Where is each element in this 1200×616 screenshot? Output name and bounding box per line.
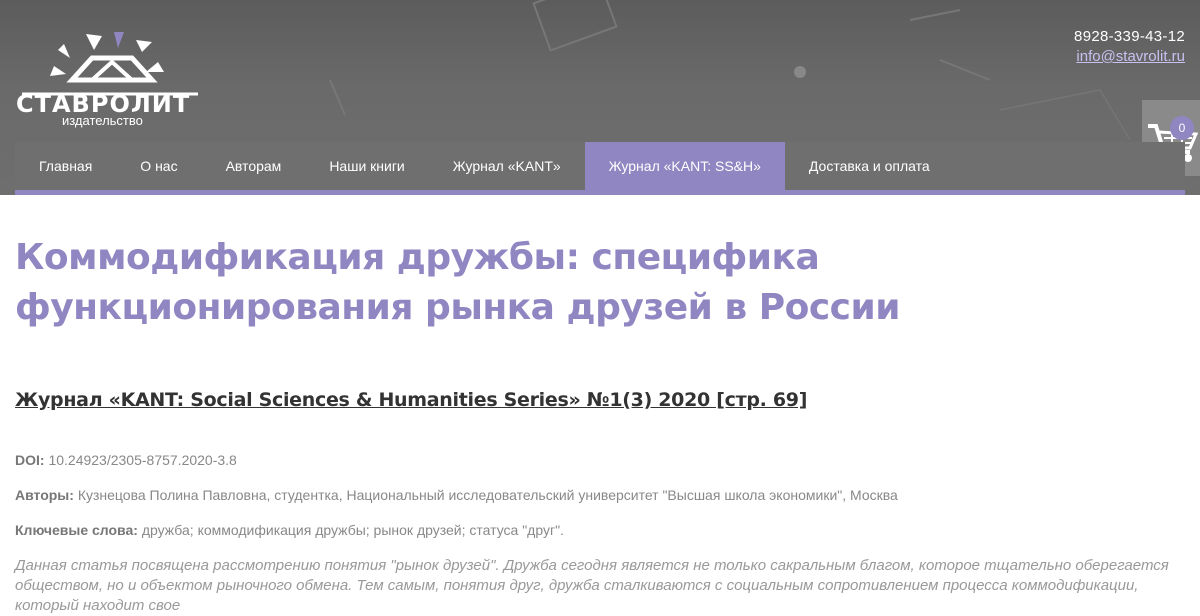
doi-label: DOI:: [15, 452, 45, 468]
journal-issue-link[interactable]: Журнал «KANT: Social Sciences & Humaniti…: [15, 389, 807, 411]
contacts: 8928-339-43-12 info@stavrolit.ru: [1074, 28, 1185, 65]
nav-item-authors[interactable]: Авторам: [202, 142, 306, 190]
cart-count-badge: 0: [1170, 116, 1194, 140]
article-content: Коммодификация дружбы: специфика функцио…: [15, 195, 1185, 616]
article-abstract: Данная статья посвящена рассмотрению пон…: [15, 557, 1169, 614]
nav-item-journal-kant[interactable]: Журнал «KANT»: [429, 142, 585, 190]
nav-item-home[interactable]: Главная: [15, 142, 116, 190]
main-navigation: Главная О нас Авторам Наши книги Журнал …: [15, 142, 1185, 190]
doi-value: 10.24923/2305-8757.2020-3.8: [48, 452, 237, 468]
nav-item-delivery[interactable]: Доставка и оплата: [785, 142, 954, 190]
nav-item-journal-kant-ssh[interactable]: Журнал «KANT: SS&H»: [584, 142, 785, 190]
article-meta: DOI: 10.24923/2305-8757.2020-3.8 Авторы:…: [15, 451, 1185, 539]
nav-item-books[interactable]: Наши книги: [305, 142, 428, 190]
nav-item-about[interactable]: О нас: [116, 142, 201, 190]
keywords-value: дружба; коммодификация дружбы; рынок дру…: [141, 522, 564, 538]
email-link[interactable]: info@stavrolit.ru: [1074, 48, 1185, 65]
authors-row: Авторы: Кузнецова Полина Павловна, студе…: [15, 486, 1185, 504]
phone-number[interactable]: 8928-339-43-12: [1074, 28, 1185, 45]
article-title: Коммодификация дружбы: специфика функцио…: [15, 237, 900, 328]
site-header: СТАВРОЛИТ издательство 8928-339-43-12 in…: [0, 0, 1200, 195]
logo-subtitle: издательство: [62, 113, 143, 128]
keywords-row: Ключевые слова: дружба; коммодификация д…: [15, 521, 1185, 539]
doi-row: DOI: 10.24923/2305-8757.2020-3.8: [15, 451, 1185, 469]
authors-label: Авторы:: [15, 487, 74, 503]
keywords-label: Ключевые слова:: [15, 522, 138, 538]
authors-value: Кузнецова Полина Павловна, студентка, На…: [77, 487, 898, 503]
